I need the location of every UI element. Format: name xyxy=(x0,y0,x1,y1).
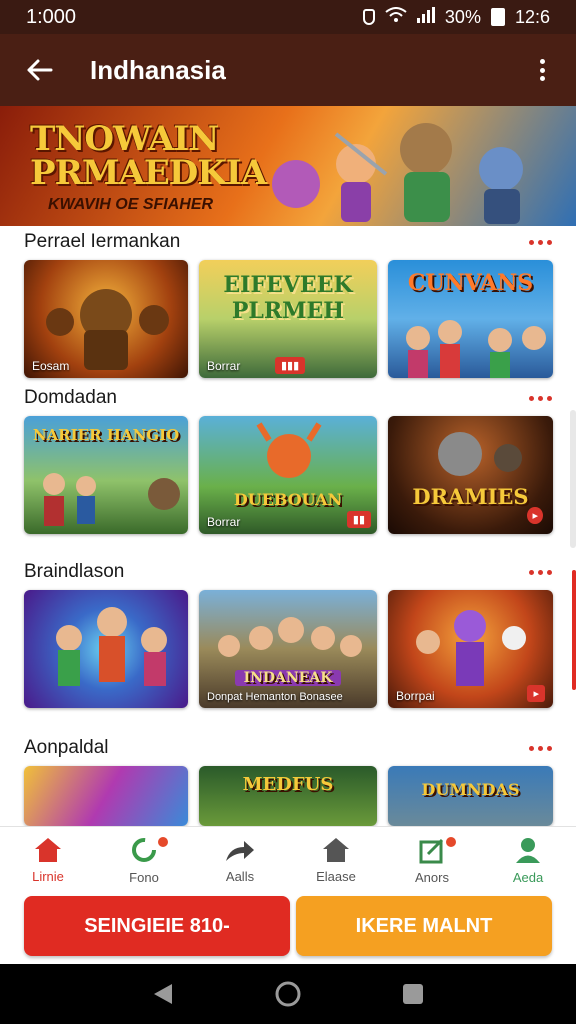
back-button[interactable] xyxy=(24,55,54,85)
square-recents-icon xyxy=(403,984,424,1004)
system-back-button[interactable] xyxy=(143,974,183,1014)
card-title: DRAMIES xyxy=(412,484,529,509)
card-title: EIFEVEEK PLRMEH xyxy=(223,272,353,324)
game-card[interactable]: Borrpai ▸ xyxy=(388,590,553,708)
game-card[interactable]: CUNVANS xyxy=(388,260,553,378)
share-arrow-icon xyxy=(226,841,254,861)
secondary-cta-button[interactable]: IKERE MALNT xyxy=(296,896,552,956)
battery-icon xyxy=(490,8,505,26)
user-icon xyxy=(516,838,540,863)
vpn-shield-icon xyxy=(362,9,375,25)
card-title: INDANEAK xyxy=(235,670,341,686)
hero-banner[interactable]: TNOWAIN PRMAEDKIA KWAVIH OE SFIAHER xyxy=(0,106,576,226)
game-card[interactable] xyxy=(24,590,188,708)
house-icon xyxy=(323,838,349,862)
section-title: Domdadan xyxy=(24,387,117,408)
game-card[interactable]: DUEBOUAN Borrar ▮▮ xyxy=(199,416,377,534)
battery-percent: 30% xyxy=(444,6,481,27)
arrow-left-icon xyxy=(27,59,53,81)
circle-home-icon xyxy=(275,981,301,1007)
system-navigation-bar xyxy=(0,964,576,1024)
nav-item-house[interactable]: Elaase xyxy=(288,827,384,894)
primary-cta-button[interactable]: SEINGIEIE 810- xyxy=(24,896,290,956)
game-card[interactable]: DRAMIES ▸ xyxy=(388,416,553,534)
wifi-icon xyxy=(385,6,407,28)
game-card[interactable]: NARIER HANGIO xyxy=(24,416,188,534)
notification-badge xyxy=(444,835,458,849)
status-time: 1:000 xyxy=(26,5,77,28)
cta-row: SEINGIEIE 810- IKERE MALNT xyxy=(0,894,576,964)
app-bar: Indhanasia xyxy=(0,34,576,106)
game-card[interactable]: EIFEVEEK PLRMEH Borrar ▮▮▮ xyxy=(199,260,377,378)
more-icon[interactable] xyxy=(529,745,552,751)
refresh-icon xyxy=(132,838,156,862)
card-badge: ▮▮▮ xyxy=(275,357,306,374)
signal-icon xyxy=(416,6,435,28)
page-title: Indhanasia xyxy=(90,54,226,85)
triangle-back-icon xyxy=(153,984,172,1004)
scroll-indicator xyxy=(572,570,576,690)
game-card[interactable]: DUMNDAS xyxy=(388,766,553,826)
section-title: Perrael Iermankan xyxy=(24,231,181,252)
overflow-menu-button[interactable] xyxy=(532,55,552,85)
section-title: Braindlason xyxy=(24,561,125,582)
more-icon[interactable] xyxy=(529,239,552,245)
banner-subtitle: KWAVIH OE SFIAHER xyxy=(48,196,214,213)
card-title: MEDFUS xyxy=(242,774,334,795)
card-caption: Borrar xyxy=(207,359,241,373)
nav-item-home[interactable]: Lirnie xyxy=(0,827,96,894)
status-icons: 30% 12:6 xyxy=(362,6,550,28)
status-clock: 12:6 xyxy=(514,6,550,27)
more-icon[interactable] xyxy=(529,395,552,401)
more-icon[interactable] xyxy=(529,569,552,575)
notification-badge xyxy=(156,835,170,849)
status-bar: 1:000 30% 12:6 xyxy=(0,0,576,34)
play-icon: ▸ xyxy=(527,507,543,524)
banner-title: TNOWAIN PRMAEDKIA xyxy=(30,119,267,193)
section-title: Aonpaldal xyxy=(24,737,109,758)
card-caption: Borrar xyxy=(207,515,241,529)
system-recents-button[interactable] xyxy=(393,974,433,1014)
home-icon xyxy=(35,838,61,862)
card-caption: Donpat Hemanton Bonasee xyxy=(207,691,343,703)
nav-item-profile[interactable]: Aeda xyxy=(480,827,576,894)
system-home-button[interactable] xyxy=(268,974,308,1014)
nav-item-refresh[interactable]: Fono xyxy=(96,827,192,894)
scrollbar[interactable] xyxy=(570,410,576,548)
game-card[interactable]: Eosam xyxy=(24,260,188,378)
card-badge: ▮▮ xyxy=(346,511,371,528)
card-caption: Borrpai xyxy=(396,689,435,703)
play-icon: ▸ xyxy=(527,685,545,702)
edit-box-icon xyxy=(419,838,444,864)
game-card[interactable] xyxy=(24,766,188,826)
banner-artwork xyxy=(272,123,523,224)
card-caption: Eosam xyxy=(32,359,70,373)
bottom-navigation: Lirnie Fono Aalls Elaase Anors Aeda xyxy=(0,826,576,894)
nav-item-share[interactable]: Aalls xyxy=(192,827,288,894)
game-card[interactable]: MEDFUS xyxy=(199,766,377,826)
card-title: DUEBOUAN xyxy=(233,490,343,509)
game-card[interactable]: INDANEAK Donpat Hemanton Bonasee xyxy=(199,590,377,708)
nav-item-edit[interactable]: Anors xyxy=(384,827,480,894)
card-title: DUMNDAS xyxy=(421,780,520,799)
